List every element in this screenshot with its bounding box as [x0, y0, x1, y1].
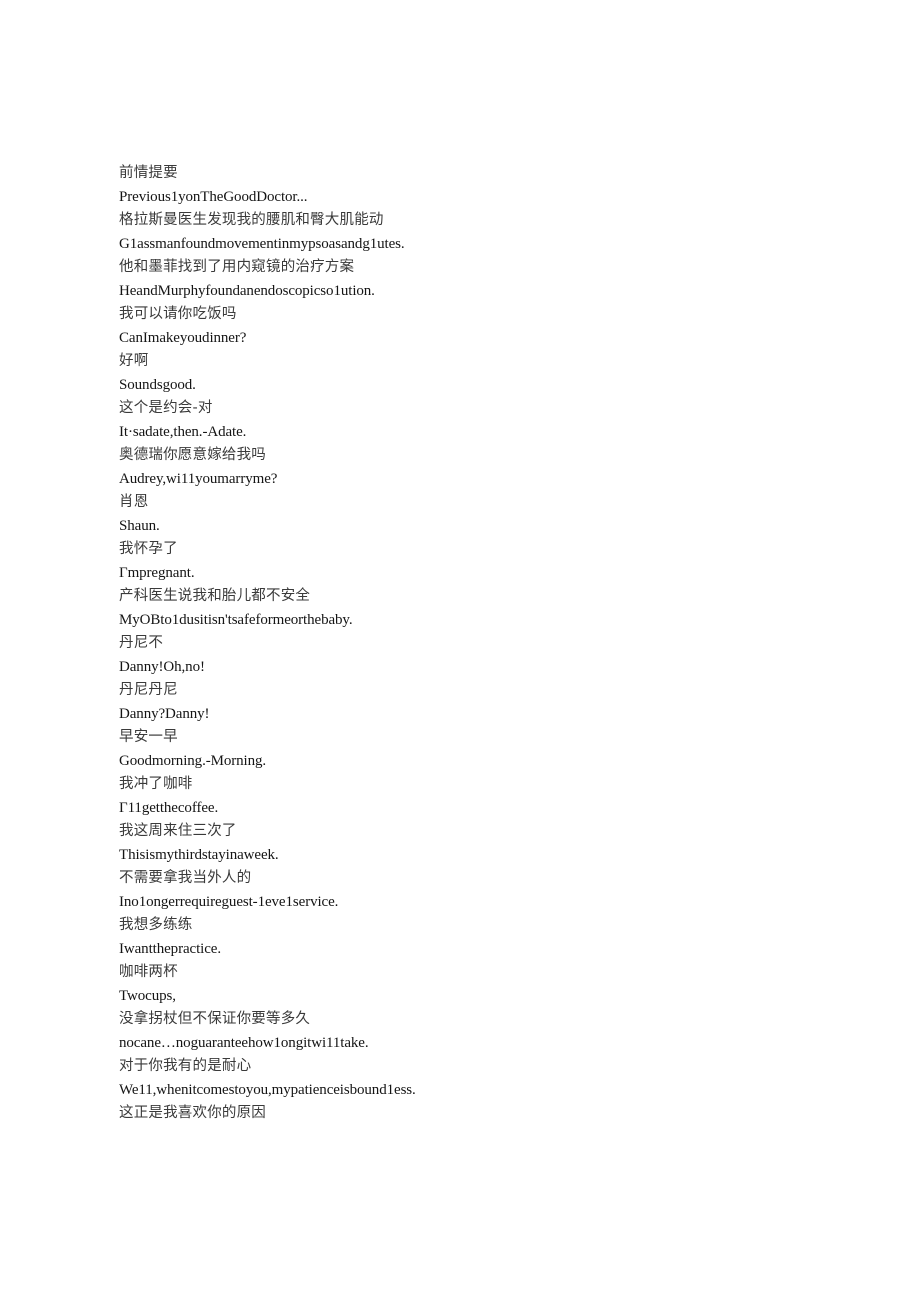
subtitle-line-chinese: 产科医生说我和胎儿都不安全	[119, 588, 311, 604]
subtitle-line-chinese: 格拉斯曼医生发现我的腰肌和臀大肌能动	[119, 212, 384, 228]
subtitle-line-english: CanImakeyoudinner?	[119, 329, 247, 346]
subtitle-line-english: HeandMurphyfoundanendoscopicso1ution.	[119, 282, 375, 299]
subtitle-line-chinese: 我可以请你吃饭吗	[119, 306, 237, 322]
subtitle-line-english: We11,whenitcomestoyou,mypatienceisbound1…	[119, 1081, 416, 1098]
subtitle-line-chinese: 对于你我有的是耐心	[119, 1058, 252, 1074]
subtitle-line-chinese: 不需要拿我当外人的	[119, 870, 252, 886]
subtitle-line-english: Ino1ongerrequireguest-1eve1service.	[119, 893, 339, 910]
subtitle-line-english: Γ11getthecoffee.	[119, 799, 219, 816]
subtitle-line-chinese: 好啊	[119, 353, 149, 369]
subtitle-line-english: G1assmanfoundmovementinmypsoasandg1utes.	[119, 235, 405, 252]
subtitle-line-english: MyOBto1dusitisn'tsafeformeorthebaby.	[119, 611, 353, 628]
transcript-body: 前情提要 Previous1yonTheGoodDoctor... 格拉斯曼医生发现…	[119, 162, 819, 1126]
subtitle-line-english: Γmpregnant.	[119, 564, 195, 581]
subtitle-line-english: Danny!Oh,no!	[119, 658, 205, 675]
subtitle-line-chinese: 咖啡两杯	[119, 964, 178, 980]
subtitle-line-english: Thisismythirdstayinaweek.	[119, 846, 279, 863]
subtitle-line-english: Iwantthepractice.	[119, 940, 221, 957]
subtitle-line-english: Audrey,wi11youmarryme?	[119, 470, 278, 487]
subtitle-line-english: Danny?Danny!	[119, 705, 210, 722]
subtitle-line-chinese: 我怀孕了	[119, 541, 178, 557]
subtitle-line-chinese: 早安一早	[119, 729, 178, 745]
subtitle-line-chinese: 前情提要	[119, 165, 178, 181]
subtitle-line-chinese: 他和墨菲找到了用内窥镜的治疗方案	[119, 259, 355, 275]
subtitle-line-chinese: 奥德瑞你愿意嫁给我吗	[119, 447, 266, 463]
subtitle-line-english: Twocups,	[119, 987, 176, 1004]
subtitle-line-english: Shaun.	[119, 517, 160, 534]
subtitle-line-chinese: 肖恩	[119, 494, 149, 510]
subtitle-line-english: Previous1yonTheGoodDoctor...	[119, 188, 308, 205]
subtitle-line-chinese: 丹尼丹尼	[119, 682, 178, 698]
subtitle-line-english: It·sadate,then.-Adate.	[119, 423, 247, 440]
subtitle-line-chinese: 我冲了咖啡	[119, 776, 193, 792]
document-page: 前情提要 Previous1yonTheGoodDoctor... 格拉斯曼医生发现…	[0, 0, 920, 1301]
subtitle-line-chinese: 这正是我喜欢你的原因	[119, 1105, 266, 1121]
subtitle-line-english: Soundsgood.	[119, 376, 196, 393]
subtitle-line-chinese: 我想多练练	[119, 917, 193, 933]
subtitle-line-english: Goodmorning.-Morning.	[119, 752, 267, 769]
subtitle-line-chinese: 丹尼不	[119, 635, 164, 651]
subtitle-line-chinese: 这个是约会-对	[119, 400, 213, 416]
subtitle-line-english: nocane…noguaranteehow1ongitwi11take.	[119, 1034, 369, 1051]
subtitle-line-chinese: 我这周来住三次了	[119, 823, 237, 839]
subtitle-line-chinese: 没拿拐杖但不保证你要等多久	[119, 1011, 311, 1027]
